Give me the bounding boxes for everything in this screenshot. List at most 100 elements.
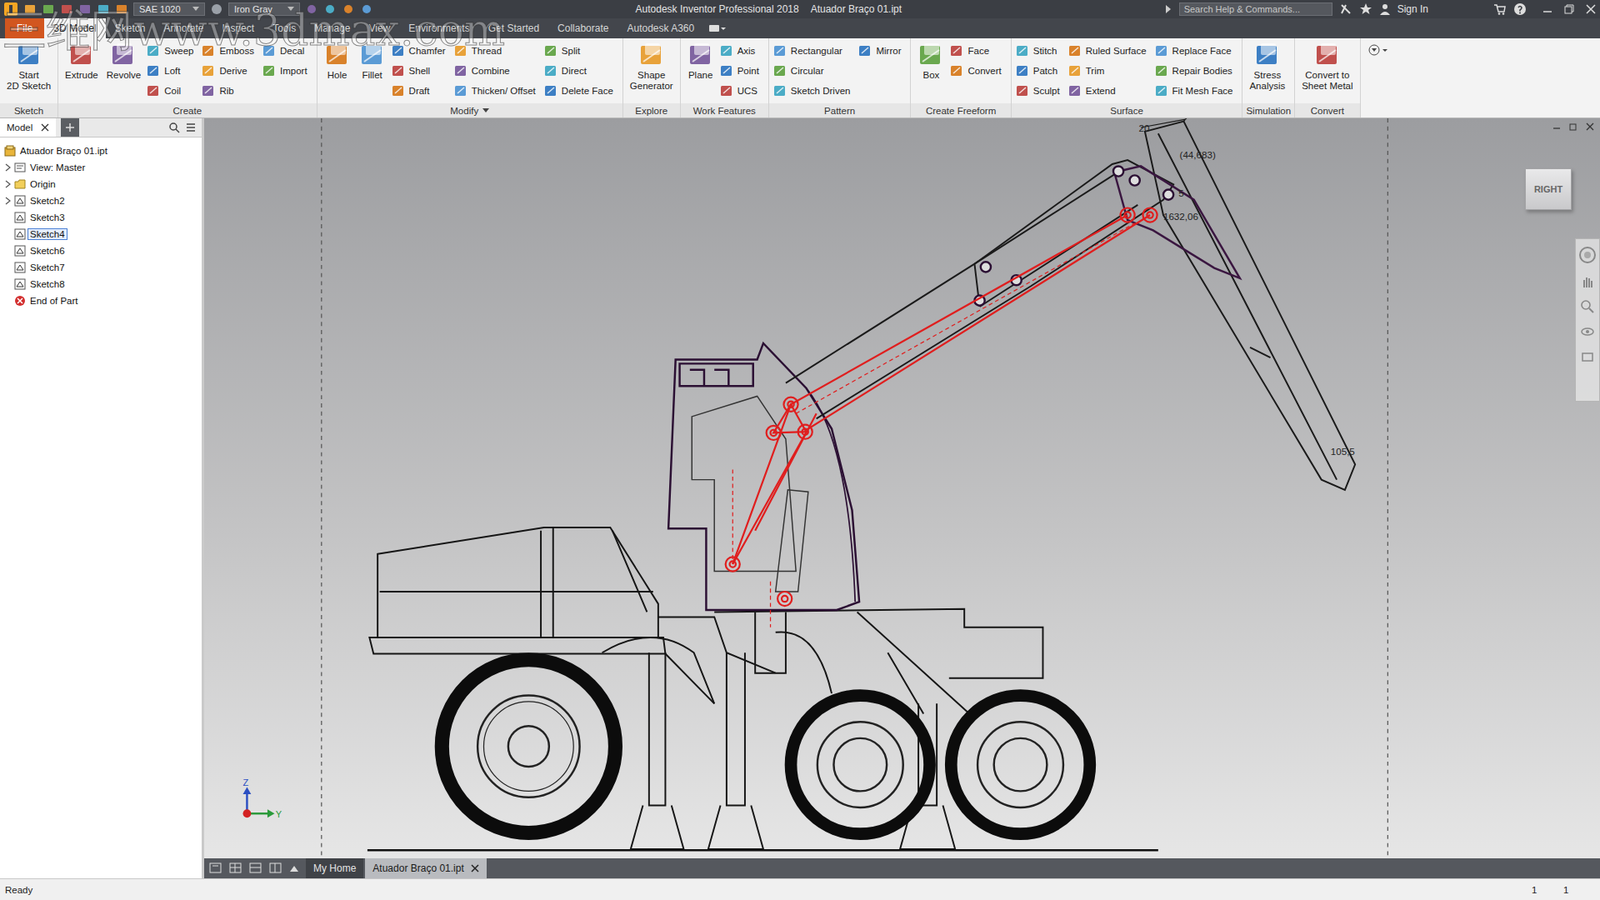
quick-access-icon[interactable] xyxy=(305,2,319,16)
minimize-icon[interactable] xyxy=(1551,121,1562,132)
cad-drawing[interactable]: 20(44,683)1632,065105,5ZY xyxy=(204,118,1600,859)
expand-arrow-icon[interactable] xyxy=(5,180,12,189)
browser-search-icon[interactable] xyxy=(168,121,180,134)
ribbon-panel-label[interactable]: Work Features xyxy=(680,103,769,118)
expand-arrow-icon[interactable] xyxy=(5,246,12,255)
ribbon-large-button[interactable]: Revolve xyxy=(104,40,145,104)
ribbon-tab[interactable]: Annotate xyxy=(154,18,213,39)
ribbon-tab[interactable]: Manage xyxy=(305,18,360,39)
ribbon-small-button[interactable]: Direct xyxy=(544,60,619,81)
expand-arrow-icon[interactable] xyxy=(5,196,12,205)
ribbon-panel-label[interactable]: Create Freeform xyxy=(910,103,1010,118)
browser-node[interactable]: View: Master xyxy=(0,159,202,176)
ribbon-small-button[interactable]: Emboss xyxy=(201,40,260,61)
help-icon[interactable] xyxy=(1513,2,1527,16)
ribbon-tab[interactable]: View xyxy=(360,18,400,39)
minimize-icon[interactable] xyxy=(1541,3,1554,15)
ribbon-large-button[interactable]: Shape Generator xyxy=(627,40,676,104)
ribbon-large-button[interactable]: Plane xyxy=(685,40,717,104)
ribbon-tab[interactable]: Get Started xyxy=(479,18,549,39)
ribbon-small-button[interactable]: Sketch Driven xyxy=(773,80,856,101)
dimension-label[interactable]: 1632,06 xyxy=(1163,210,1199,222)
ribbon-large-button[interactable]: Hole xyxy=(321,40,354,104)
ribbon-tab[interactable]: File xyxy=(5,18,45,39)
ribbon-small-button[interactable]: Coil xyxy=(146,80,199,101)
expand-arrow-icon[interactable] xyxy=(5,280,12,289)
close-tab-icon[interactable] xyxy=(40,123,50,132)
browser-node[interactable]: Sketch8 xyxy=(0,275,202,293)
ribbon-small-button[interactable]: Sculpt xyxy=(1015,80,1065,101)
ribbon-small-button[interactable]: Fit Mesh Face xyxy=(1155,80,1239,101)
ribbon-panel-label[interactable]: Simulation xyxy=(1242,103,1295,118)
ribbon-tab[interactable]: 3D Model xyxy=(44,18,105,39)
quick-access-icon[interactable] xyxy=(360,2,374,16)
dimension-label[interactable]: 20 xyxy=(1139,122,1150,134)
inventor-logo-icon[interactable] xyxy=(3,1,19,17)
ribbon-small-button[interactable]: UCS xyxy=(720,80,765,101)
dimension-label[interactable]: 105,5 xyxy=(1330,445,1355,457)
ribbon-panel-label[interactable]: Explore xyxy=(623,103,680,118)
browser-node[interactable]: Origin xyxy=(0,175,202,193)
ribbon-small-button[interactable]: Ruled Surface xyxy=(1068,40,1152,61)
close-tab-icon[interactable] xyxy=(470,864,480,873)
ribbon-small-button[interactable]: Delete Face xyxy=(544,80,619,101)
ribbon-small-button[interactable]: Decal xyxy=(262,40,313,61)
panel-expand-arrow-icon[interactable] xyxy=(482,108,490,114)
close-icon[interactable] xyxy=(1585,121,1595,132)
ribbon-small-button[interactable]: Thread xyxy=(454,40,541,61)
pan-hand-icon[interactable] xyxy=(1580,274,1595,290)
ribbon-small-button[interactable]: Shell xyxy=(391,60,451,81)
browser-node[interactable]: Sketch4 xyxy=(0,225,202,243)
browser-node[interactable]: Sketch6 xyxy=(0,242,202,260)
graphics-window[interactable]: 20(44,683)1632,065105,5ZYRIGHT xyxy=(204,118,1600,859)
ribbon-tab[interactable]: Inspect xyxy=(212,18,264,39)
expand-arrow-icon[interactable] xyxy=(5,263,12,272)
window-layout-icon[interactable] xyxy=(229,862,243,875)
expand-arrow-icon[interactable] xyxy=(5,163,12,172)
ribbon-small-button[interactable]: Chamfer xyxy=(391,40,451,61)
document-tab[interactable]: My Home xyxy=(305,858,364,879)
browser-node[interactable]: End of Part xyxy=(0,292,202,310)
ribbon-panel-label[interactable]: Create xyxy=(58,103,317,118)
tab-list-arrow-icon[interactable] xyxy=(289,863,300,874)
ribbon-small-button[interactable]: Patch xyxy=(1015,60,1065,81)
ribbon-panel-label[interactable]: Modify xyxy=(317,103,623,118)
ribbon-panel-label[interactable]: Convert xyxy=(1295,103,1360,118)
quick-access-icon[interactable] xyxy=(323,2,337,16)
ribbon-panel-label[interactable]: Surface xyxy=(1011,103,1243,118)
dimension-label[interactable]: (44,683) xyxy=(1180,149,1216,160)
ribbon-small-button[interactable]: Convert xyxy=(950,60,1006,81)
ribbon-small-button[interactable]: Axis xyxy=(720,40,765,61)
ribbon-small-button[interactable]: Derive xyxy=(201,60,260,81)
ribbon-small-button[interactable]: Rib xyxy=(201,80,260,101)
add-browser-tab[interactable] xyxy=(60,118,80,137)
ribbon-small-button[interactable]: Face xyxy=(950,40,1006,61)
restore-icon[interactable] xyxy=(1563,3,1575,15)
steering-wheel-icon[interactable] xyxy=(1578,245,1597,265)
restore-icon[interactable] xyxy=(1568,121,1579,132)
quick-access-icon[interactable] xyxy=(341,2,355,16)
expand-arrow-icon[interactable] xyxy=(5,296,12,305)
quick-access-icon[interactable] xyxy=(60,2,74,16)
ribbon-small-button[interactable]: Split xyxy=(544,40,619,61)
ribbon-small-button[interactable]: Repair Bodies xyxy=(1155,60,1239,81)
search-binoculars-icon[interactable] xyxy=(1339,2,1353,16)
ribbon-tab[interactable]: Collaborate xyxy=(548,18,618,39)
ribbon-small-button[interactable]: Stitch xyxy=(1015,40,1065,61)
ribbon-small-button[interactable]: Mirror xyxy=(858,40,906,61)
ribbon-small-button[interactable]: Import xyxy=(262,60,313,81)
orbit-icon[interactable] xyxy=(1580,324,1595,340)
help-search-box[interactable]: Search Help & Commands... xyxy=(1179,2,1333,16)
window-layout-icon[interactable] xyxy=(249,862,263,875)
browser-menu-icon[interactable] xyxy=(185,121,197,134)
ribbon-small-button[interactable]: Circular xyxy=(773,60,856,81)
ribbon-tab[interactable]: Environments xyxy=(399,18,479,39)
ribbon-small-button[interactable]: Point xyxy=(720,60,765,81)
ribbon-large-button[interactable]: Box xyxy=(915,40,947,104)
browser-tab[interactable]: Model xyxy=(0,118,56,137)
ribbon-large-button[interactable]: Convert to Sheet Metal xyxy=(1299,40,1355,104)
zoom-icon[interactable] xyxy=(1580,299,1595,315)
window-layout-icon[interactable] xyxy=(209,862,223,875)
expand-arrow-icon[interactable] xyxy=(5,213,12,222)
dimension-label[interactable]: 5 xyxy=(1178,187,1184,199)
